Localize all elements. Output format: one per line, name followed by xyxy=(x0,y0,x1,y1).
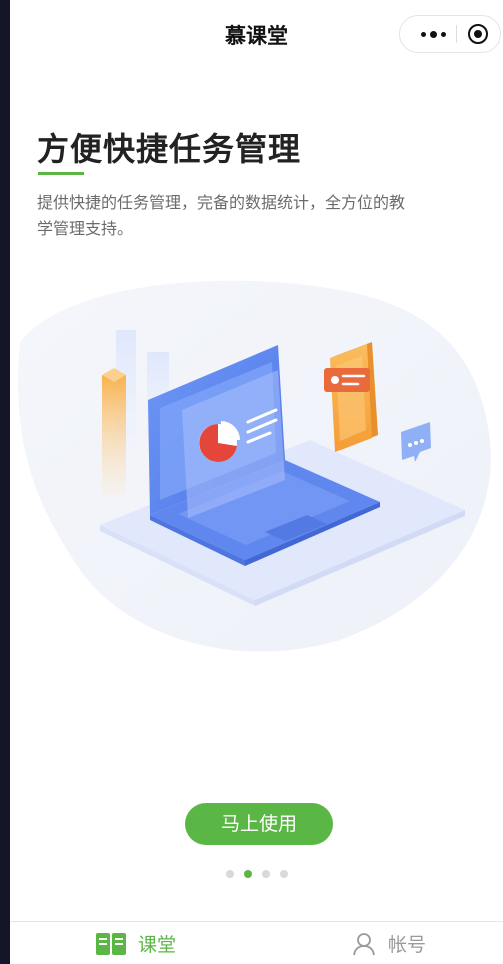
message-card-icon xyxy=(324,368,370,392)
mini-program-screen: 慕课堂 方便快捷任务管理 提供快捷的任务管理，完备的数据统计，全方位的教学管理支… xyxy=(10,0,503,964)
close-program-icon[interactable] xyxy=(468,24,488,44)
more-icon[interactable] xyxy=(416,22,450,46)
page-dot[interactable] xyxy=(280,870,288,878)
capsule-menu xyxy=(399,15,501,53)
capsule-divider xyxy=(456,25,457,43)
user-icon xyxy=(353,932,375,955)
tab-account-label: 帐号 xyxy=(388,934,427,956)
start-using-button[interactable]: 马上使用 xyxy=(185,803,333,845)
page-headline: 方便快捷任务管理 xyxy=(37,130,302,168)
tab-bar: 课堂 帐号 xyxy=(10,921,503,964)
page-description: 提供快捷的任务管理，完备的数据统计，全方位的教学管理支持。 xyxy=(37,193,406,238)
tab-account[interactable]: 帐号 xyxy=(352,922,426,964)
page-dot[interactable] xyxy=(226,870,234,878)
page-dot-active[interactable] xyxy=(244,870,252,878)
tab-classroom-label: 课堂 xyxy=(138,934,177,956)
task-management-illustration xyxy=(18,280,491,652)
book-icon xyxy=(96,932,126,955)
orange-bar xyxy=(102,375,126,495)
navigation-bar: 慕课堂 xyxy=(10,0,503,66)
page-indicator xyxy=(226,869,296,879)
tab-classroom[interactable]: 课堂 xyxy=(96,922,176,964)
headline-accent-line xyxy=(38,172,84,175)
smartphone-illustration xyxy=(330,342,378,452)
page-dot[interactable] xyxy=(262,870,270,878)
